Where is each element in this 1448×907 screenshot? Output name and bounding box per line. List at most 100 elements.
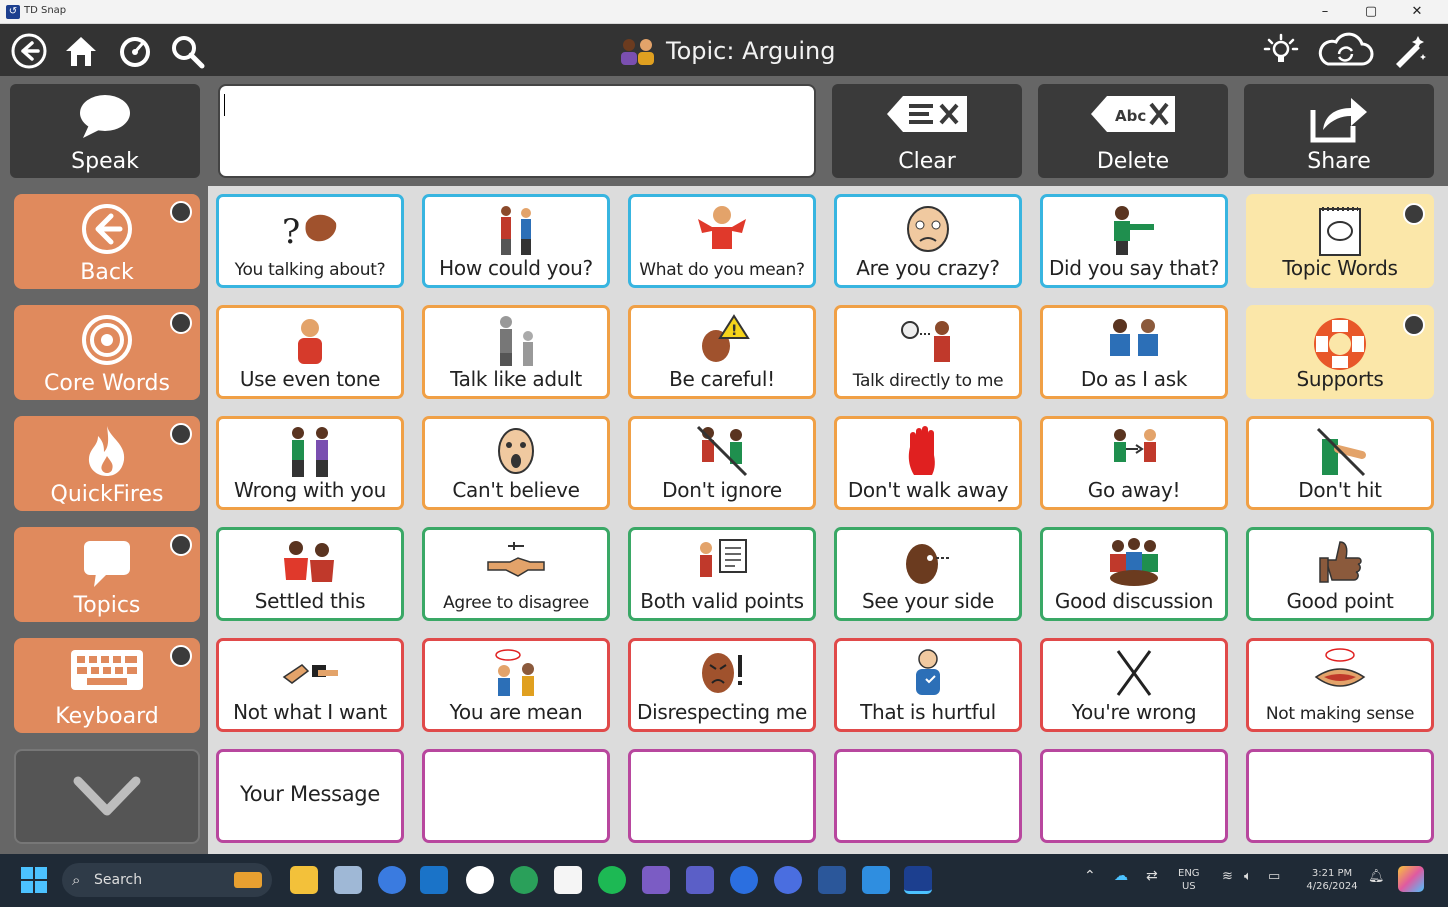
volume-icon[interactable]: 🔈︎ [1244,870,1252,883]
phrase-button-how-could-you[interactable]: How could you? [422,194,610,288]
phrase-button-you-talking-about[interactable]: ? You talking about? [216,194,404,288]
phrase-button-what-do-you-mean[interactable]: What do you mean? [628,194,816,288]
phrase-label: Both valid points [640,589,804,613]
phrase-label: Are you crazy? [856,256,1000,280]
td-snap-taskbar-icon[interactable] [904,866,932,894]
svg-text:!: ! [731,323,737,339]
shrug-person-icon [698,206,746,249]
your-message-button[interactable]: Your Message [216,749,404,843]
empty-phrase-button[interactable] [628,749,816,843]
windows-taskbar: ⌕ Search ⌃ ☁ ⇄ ENG US ≋ 🔈︎ ▭ 3:21 PM 4/2… [0,854,1448,907]
empty-phrase-button[interactable] [834,749,1022,843]
outlook-icon[interactable] [420,866,448,894]
delete-button[interactable]: Abc Delete [1038,84,1228,178]
phrase-button-are-you-crazy[interactable]: Are you crazy? [834,194,1022,288]
phrase-label: Wrong with you [234,478,386,502]
clock[interactable]: 3:21 PM 4/26/2024 [1300,867,1364,893]
folder-supports-button[interactable]: Supports [1246,305,1434,399]
phrase-button-youre-wrong[interactable]: You're wrong [1040,638,1228,732]
copilot-icon[interactable] [1398,866,1424,892]
file-explorer-icon[interactable] [290,866,318,894]
pointing-person-icon [1114,206,1154,255]
folder-topic-words-button[interactable]: Topic Words [1246,194,1434,288]
phrase-label: Your Message [240,782,380,806]
edit-wand-icon[interactable] [1390,32,1428,70]
brightness-icon[interactable] [1262,32,1300,70]
phrase-button-you-are-mean[interactable]: You are mean [422,638,610,732]
clear-button[interactable]: Clear [832,84,1022,178]
phrase-label: Can't believe [452,478,580,502]
home-icon[interactable] [62,32,100,70]
phrase-label: What do you mean? [639,260,805,280]
go-to-arrow-icon [1403,203,1425,225]
phrase-button-wrong-with-you[interactable]: Wrong with you [216,416,404,510]
chevron-up-icon[interactable]: ⌃ [1084,869,1096,883]
presenter-icon [700,539,747,577]
phrase-button-dont-hit[interactable]: Don't hit [1246,416,1434,510]
notification-bell-icon[interactable]: 🔔︎ [1368,870,1385,883]
edge-browser-icon[interactable] [510,866,538,894]
nav-back-button[interactable]: Back [14,194,200,289]
phrase-button-dont-ignore[interactable]: Don't ignore [628,416,816,510]
battery-icon[interactable]: ▭ [1268,870,1280,883]
phrase-button-both-valid-points[interactable]: Both valid points [628,527,816,621]
nav-keyboard-button[interactable]: Keyboard [14,638,200,733]
phrase-button-be-careful[interactable]: ! Be careful! [628,305,816,399]
phrase-button-see-your-side[interactable]: See your side [834,527,1022,621]
maximize-button[interactable]: ▢ [1348,0,1394,24]
phrase-button-go-away[interactable]: Go away! [1040,416,1228,510]
phrase-button-not-making-sense[interactable]: Not making sense [1246,638,1434,732]
empty-phrase-button[interactable] [1246,749,1434,843]
phrase-button-that-is-hurtful[interactable]: That is hurtful [834,638,1022,732]
go-to-arrow-icon [1403,314,1425,336]
phrase-button-disrespecting-me[interactable]: Disrespecting me [628,638,816,732]
speak-button[interactable]: Speak [10,84,200,178]
remote-desktop-icon[interactable] [466,866,494,894]
browser-app-icon[interactable] [730,866,758,894]
phrase-button-good-discussion[interactable]: Good discussion [1040,527,1228,621]
share-button[interactable]: Share [1244,84,1434,178]
search-icon[interactable] [168,32,206,70]
phrase-button-not-what-i-want[interactable]: Not what I want [216,638,404,732]
onedrive-icon[interactable]: ☁ [1114,869,1128,883]
cloud-sync-icon[interactable] [1314,32,1376,70]
empty-phrase-button[interactable] [422,749,610,843]
phrase-button-good-point[interactable]: Good point [1246,527,1434,621]
phrase-button-do-as-i-ask[interactable]: Do as I ask [1040,305,1228,399]
media-app-icon[interactable] [642,866,670,894]
back-circle-icon[interactable] [10,32,48,70]
spotify-icon[interactable] [598,866,626,894]
phrase-button-agree-to-disagree[interactable]: Agree to disagree [422,527,610,621]
messenger-icon[interactable] [378,866,406,894]
empty-phrase-button[interactable] [1040,749,1228,843]
wifi-icon[interactable]: ≋ [1222,870,1233,883]
pdf-reader-icon[interactable] [554,866,582,894]
phrase-button-talk-directly-to-me[interactable]: Talk directly to me [834,305,1022,399]
nav-quickfires-button[interactable]: QuickFires [14,416,200,511]
phrase-button-settled-this[interactable]: Settled this [216,527,404,621]
message-window[interactable] [218,84,816,178]
phrase-button-use-even-tone[interactable]: Use even tone [216,305,404,399]
phrase-button-cant-believe[interactable]: Can't believe [422,416,610,510]
language-indicator[interactable]: ENG US [1178,867,1200,893]
snipping-tool-icon[interactable] [334,866,362,894]
network-share-icon[interactable]: ⇄ [1146,869,1158,883]
windows-start-icon[interactable] [20,866,48,894]
nav-core-words-button[interactable]: Core Words [14,305,200,400]
dashboard-icon[interactable] [116,32,154,70]
taskbar-search-box[interactable]: ⌕ Search [62,863,272,897]
phrase-button-did-you-say-that[interactable]: Did you say that? [1040,194,1228,288]
grammar-app-icon[interactable] [862,866,890,894]
phrase-button-talk-like-adult[interactable]: Talk like adult [422,305,610,399]
ignore-icon [696,425,748,477]
word-icon[interactable] [818,866,846,894]
phrase-label: Good point [1286,589,1394,613]
minimize-button[interactable]: – [1302,0,1348,24]
nav-topics-button[interactable]: Topics [14,527,200,622]
nav-scroll-down-button[interactable] [14,749,200,844]
phrase-button-dont-walk-away[interactable]: Don't walk away [834,416,1022,510]
close-button[interactable]: ✕ [1394,0,1440,24]
teams-icon[interactable] [686,866,714,894]
settings-app-icon[interactable] [774,866,802,894]
phrase-label: You talking about? [234,260,386,280]
